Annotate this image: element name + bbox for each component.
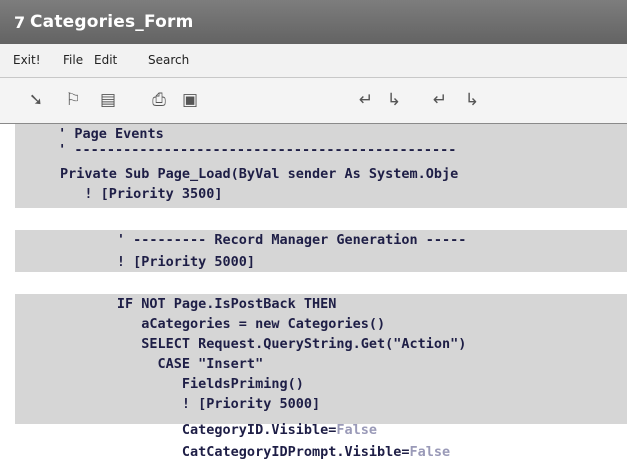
menu-exit[interactable]: Exit! [13, 53, 41, 67]
indent-icon[interactable]: ↵ [356, 90, 376, 110]
pointer-icon[interactable]: ➘ [26, 90, 46, 110]
menu-search[interactable]: Search [148, 53, 189, 67]
database-icon[interactable]: ▤ [98, 90, 118, 110]
code-line: SELECT Request.QueryString.Get("Action") [60, 336, 467, 352]
code-line: Private Sub Page_Load(ByVal sender As Sy… [60, 166, 459, 182]
menu-bar: Exit! File Edit Search [0, 44, 627, 78]
keyword-false: False [336, 422, 377, 438]
code-line: ' --------- Record Manager Generation --… [60, 232, 467, 248]
menu-edit[interactable]: Edit [94, 53, 117, 67]
outdent-icon[interactable]: ↳ [384, 90, 404, 110]
code-line: CASE "Insert" [60, 356, 264, 372]
code-line: ! [Priority 3500] [60, 186, 223, 202]
code-line: FieldsPriming() [60, 376, 304, 392]
wand-icon[interactable]: ⚐ [63, 90, 83, 110]
code-editor[interactable]: ' Page Events ' ------------------------… [0, 124, 627, 470]
code-line: ! [Priority 5000] [60, 254, 256, 270]
code-line: CatCategoryIDPrompt.Visible=False [60, 442, 450, 462]
toolbar: ➘ ⚐ ▤ ⎙ ▣ ↵ ↳ ↵ ↳ [0, 78, 627, 125]
code-line: CategoryID.Visible=False [60, 420, 377, 440]
print-icon[interactable]: ⎙ [149, 90, 169, 110]
code-line: aCategories = new Categories() [60, 316, 386, 332]
menu-file[interactable]: File [63, 53, 83, 67]
code-block-spacer [15, 208, 627, 230]
code-text: CategoryID.Visible= [60, 422, 337, 438]
form-icon[interactable]: ▣ [180, 90, 200, 110]
keyword-false: False [409, 444, 451, 460]
comment-icon[interactable]: ↵ [430, 90, 450, 110]
uncomment-icon[interactable]: ↳ [462, 90, 482, 110]
app-icon: 7 [14, 13, 26, 32]
window-title: Categories_Form [30, 12, 194, 32]
window-title-bar: 7 Categories_Form [0, 0, 627, 44]
code-line: ' --------------------------------------… [50, 142, 457, 158]
code-line: IF NOT Page.IsPostBack THEN [60, 296, 337, 312]
code-text: CatCategoryIDPrompt.Visible= [60, 444, 410, 460]
code-line: ! [Priority 5000] [60, 396, 321, 412]
editor-gutter [0, 124, 15, 470]
code-block-spacer [15, 272, 627, 294]
